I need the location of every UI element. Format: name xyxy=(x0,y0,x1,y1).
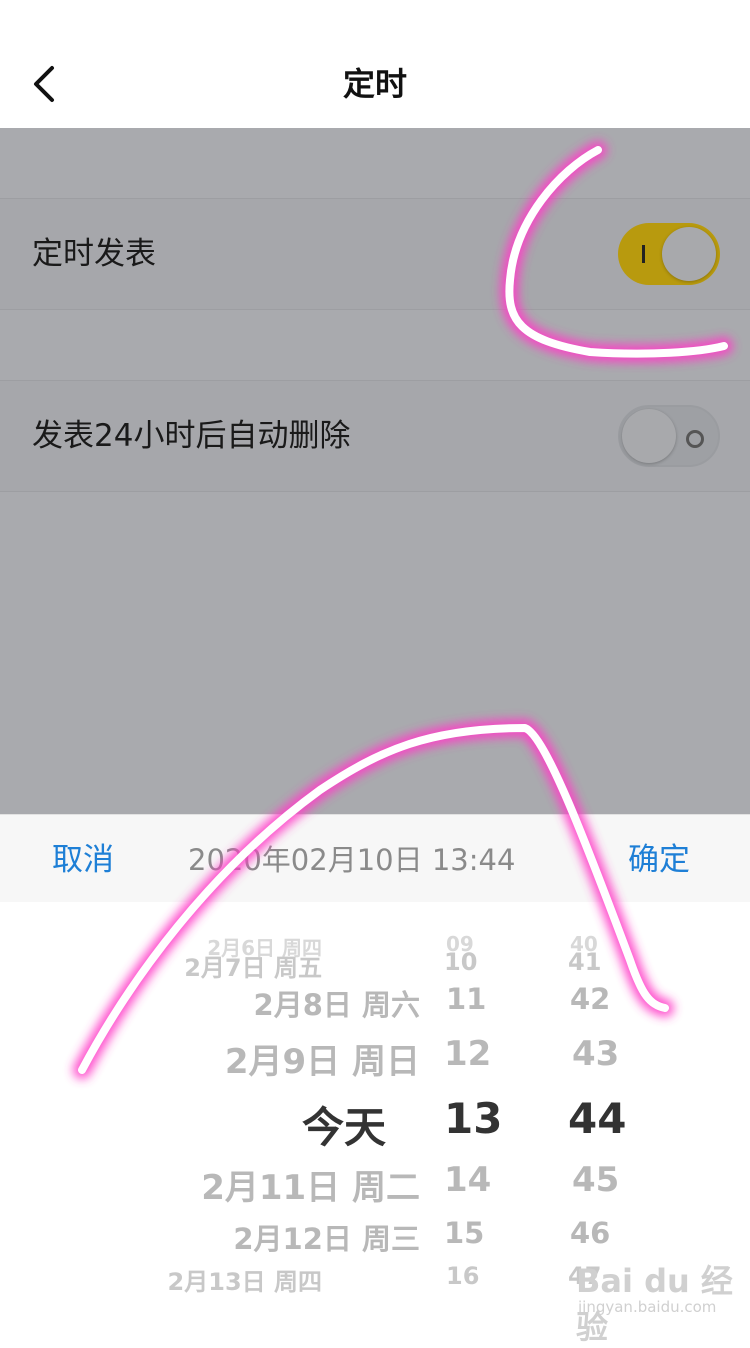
toggle-knob xyxy=(662,227,716,281)
picker-minute-item[interactable]: 45 xyxy=(572,1160,619,1200)
picker-minute-item[interactable]: 42 xyxy=(570,982,610,1016)
confirm-button[interactable]: 确定 xyxy=(628,839,690,881)
auto-delete-row: 发表24小时后自动删除 xyxy=(0,380,750,492)
picker-minute-selected[interactable]: 44 xyxy=(568,1094,626,1143)
picker-minute-item[interactable]: 46 xyxy=(570,1216,610,1250)
picker-hour-item[interactable]: 15 xyxy=(444,1216,484,1250)
auto-delete-toggle[interactable] xyxy=(618,405,720,467)
picker-toolbar: 取消 2020年02月10日 13:44 确定 xyxy=(0,814,750,904)
picker-hour-item[interactable]: 10 xyxy=(444,948,477,976)
scheduled-post-row: 定时发表 xyxy=(0,198,750,310)
picker-date-item[interactable]: 2月7日 周五 xyxy=(184,948,322,983)
picker-minute-item[interactable]: 41 xyxy=(568,948,601,976)
picker-date-item[interactable]: 2月11日 周二 xyxy=(201,1160,420,1209)
scheduled-post-toggle[interactable] xyxy=(618,223,720,285)
dimmed-overlay[interactable]: 定时发表 发表24小时后自动删除 xyxy=(0,128,750,814)
picker-date-item[interactable]: 2月12日 周三 xyxy=(233,1216,420,1258)
nav-bar: 定时 xyxy=(0,0,750,128)
scheduled-post-label: 定时发表 xyxy=(32,236,156,272)
toggle-on-mark-icon xyxy=(642,245,645,263)
picker-minute-item[interactable]: 43 xyxy=(572,1034,619,1074)
picker-hour-item[interactable]: 16 xyxy=(446,1262,479,1290)
picker-date-item[interactable]: 2月8日 周六 xyxy=(254,982,420,1024)
toggle-off-mark-icon xyxy=(686,430,704,448)
selected-datetime: 2020年02月10日 13:44 xyxy=(188,843,516,877)
picker-hour-item[interactable]: 14 xyxy=(444,1160,491,1200)
page-title: 定时 xyxy=(342,65,407,103)
picker-hour-item[interactable]: 11 xyxy=(446,982,486,1016)
picker-hour-selected[interactable]: 13 xyxy=(444,1094,502,1143)
picker-date-item[interactable]: 2月13日 周四 xyxy=(168,1262,322,1297)
cancel-button[interactable]: 取消 xyxy=(52,839,114,881)
auto-delete-label: 发表24小时后自动删除 xyxy=(32,418,351,454)
watermark-url: jingyan.baidu.com xyxy=(578,1298,717,1316)
picker-date-selected[interactable]: 今天 xyxy=(302,1094,386,1155)
toggle-knob xyxy=(622,409,676,463)
picker-date-item[interactable]: 2月9日 周日 xyxy=(225,1034,420,1083)
picker-hour-item[interactable]: 12 xyxy=(444,1034,491,1074)
